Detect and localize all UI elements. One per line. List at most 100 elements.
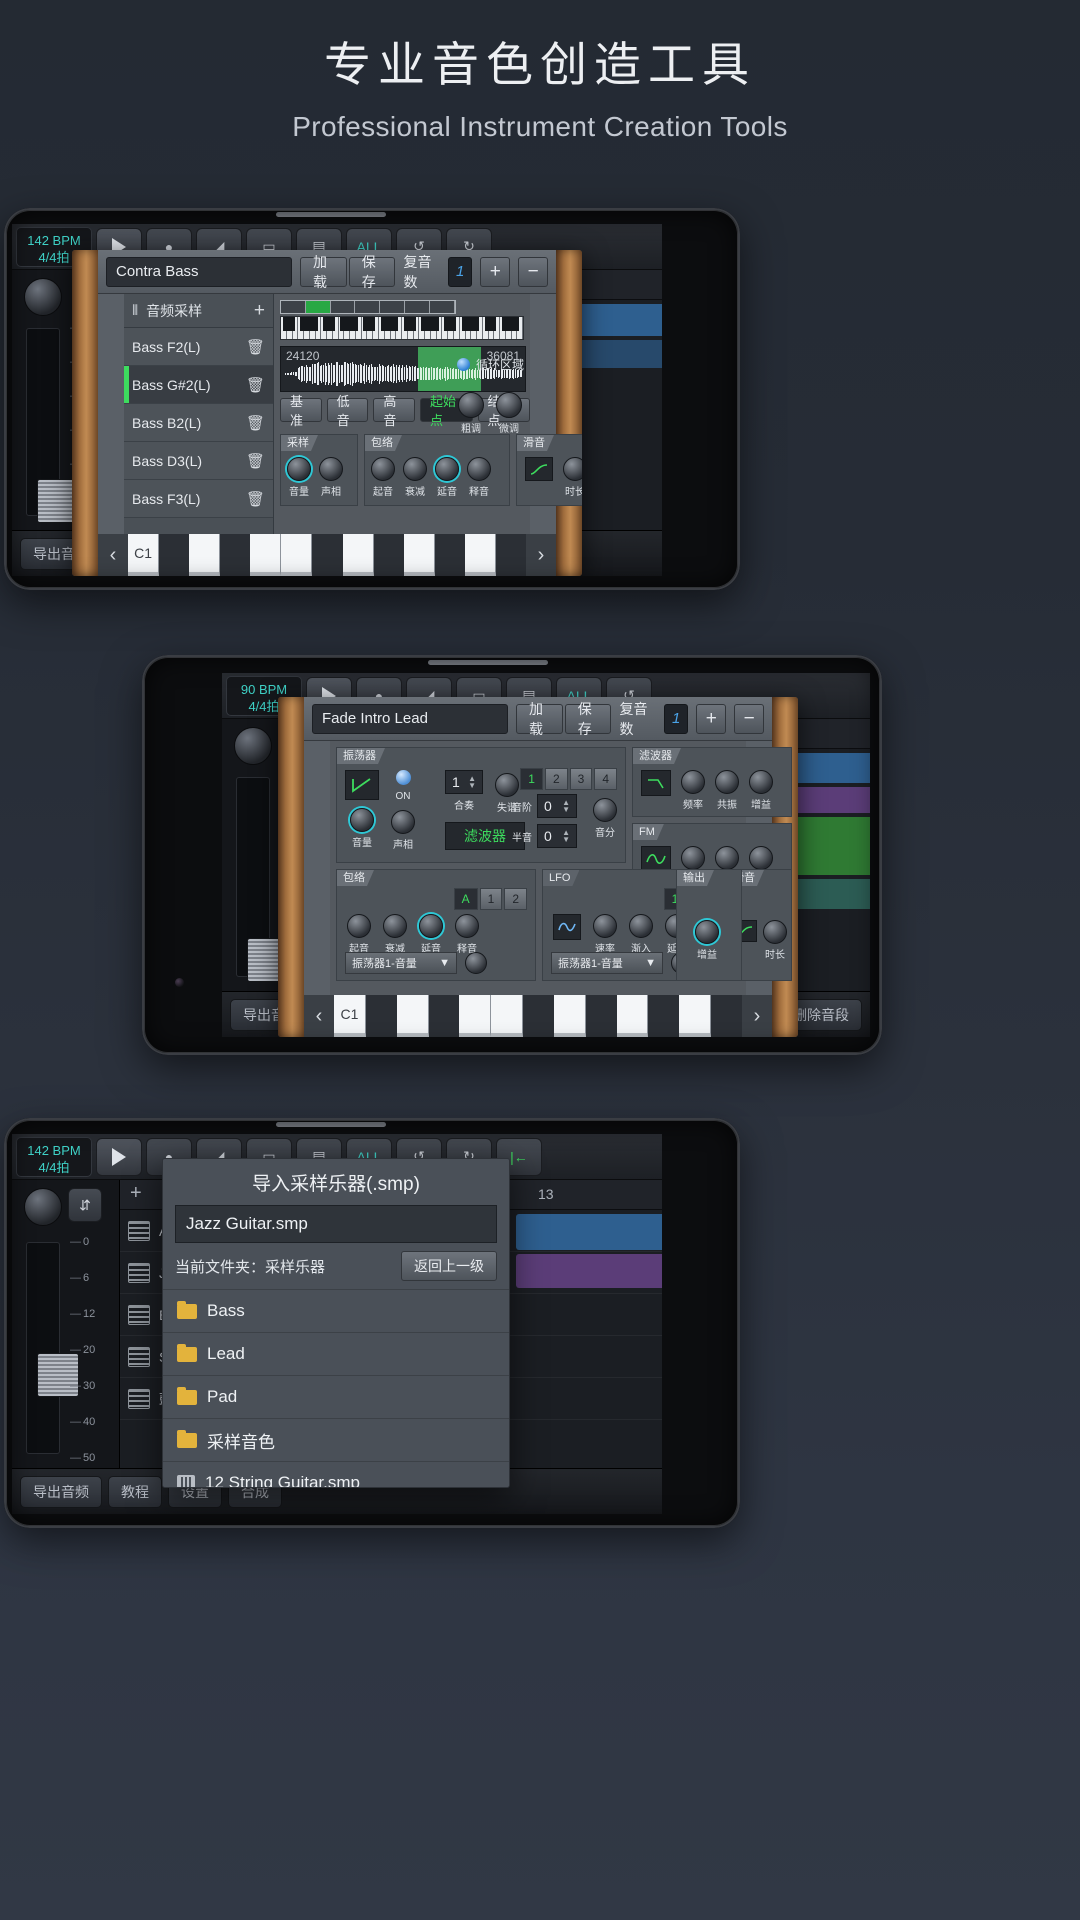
envelope-amount-dial[interactable]	[465, 952, 487, 974]
sample-row-0[interactable]: Bass F2(L) 🗑	[124, 328, 273, 366]
file-entry-4[interactable]: 12 String Guitar.smp	[163, 1461, 509, 1488]
phone3-tutorial-button[interactable]: 教程	[108, 1476, 162, 1508]
lfo-target-dropdown[interactable]: 振荡器1-音量 ▼	[551, 952, 663, 974]
glide-time-dial[interactable]	[563, 457, 582, 481]
zone-cell[interactable]	[405, 301, 430, 313]
semitone-stepper[interactable]: 0 ▲▼	[537, 824, 577, 848]
env-decay-dial[interactable]	[383, 914, 407, 938]
sample-row-2[interactable]: Bass B2(L) 🗑	[124, 404, 273, 442]
filename-input[interactable]: Jazz Guitar.smp	[175, 1205, 497, 1243]
filter-freq-knob[interactable]: 频率	[681, 770, 705, 811]
env-attack-knob[interactable]: 起音	[371, 457, 395, 498]
keyboard-next-button[interactable]: ›	[526, 534, 556, 576]
env-sustain-dial[interactable]	[419, 914, 443, 938]
file-entry-0[interactable]: Bass	[163, 1289, 509, 1332]
env-decay-dial[interactable]	[403, 457, 427, 481]
load-button[interactable]: 加载	[300, 257, 347, 287]
osc-tab-3[interactable]: 3	[570, 768, 593, 790]
phone3-track-settings-button[interactable]: ⇵	[68, 1188, 102, 1222]
sample-pan-knob[interactable]: 声相	[319, 457, 343, 498]
piano-key-c1[interactable]: C1	[334, 995, 366, 1037]
sample-pan-dial[interactable]	[319, 457, 343, 481]
loop-region-toggle[interactable]: 循环区域	[457, 356, 524, 373]
zone-cell[interactable]	[380, 301, 405, 313]
polyphony-value[interactable]: 1	[448, 257, 473, 287]
zone-cell[interactable]	[281, 301, 306, 313]
filter-shape-button[interactable]	[641, 770, 671, 796]
editor1-keyboard[interactable]: ‹ C1 . . . . . . ›	[98, 534, 556, 576]
polyphony-value[interactable]: 1	[664, 704, 689, 734]
glide-time-knob[interactable]: 时长	[763, 920, 787, 961]
delete-sample-icon[interactable]: 🗑	[246, 452, 265, 470]
piano-key[interactable]: .	[281, 534, 312, 576]
phone3-bpm-display[interactable]: 142 BPM 4/4拍	[16, 1137, 92, 1177]
filter-res-dial[interactable]	[715, 770, 739, 794]
env-sustain-dial[interactable]	[435, 457, 459, 481]
fine-knob-dial[interactable]	[496, 392, 522, 418]
keyboard-prev-button[interactable]: ‹	[98, 534, 128, 576]
stepper-arrows-icon[interactable]: ▲▼	[468, 775, 476, 789]
fm-mod-dial[interactable]	[749, 846, 773, 870]
lfo-fadein-dial[interactable]	[629, 914, 653, 938]
zone-cell[interactable]	[430, 301, 455, 313]
lfo-fadein-knob[interactable]: 渐入	[629, 914, 653, 955]
lfo-shape-button[interactable]	[553, 914, 581, 940]
piano-key[interactable]: .	[491, 995, 523, 1037]
sample-row-4[interactable]: Bass F3(L) 🗑	[124, 480, 273, 518]
env-release-knob[interactable]: 释音	[455, 914, 479, 955]
coarse-tune-knob[interactable]: 粗调	[458, 392, 484, 435]
mode-button-low[interactable]: 低音	[327, 398, 369, 422]
sample-row-1[interactable]: Bass G#2(L) 🗑	[124, 366, 273, 404]
lfo-rate-dial[interactable]	[593, 914, 617, 938]
cent-dial[interactable]	[593, 798, 617, 822]
keyboard-next-button[interactable]: ›	[742, 995, 772, 1037]
piano-key[interactable]: .	[397, 995, 429, 1037]
glide-time-knob[interactable]: 时长	[563, 457, 582, 498]
phone3-clip-1[interactable]	[516, 1214, 662, 1250]
phone1-fader-track[interactable]	[26, 328, 60, 516]
phone3-add-track-icon[interactable]: +	[130, 1182, 142, 1205]
osc-power-indicator[interactable]	[396, 770, 411, 785]
file-entry-3[interactable]: 采样音色	[163, 1418, 509, 1461]
load-button[interactable]: 加载	[516, 704, 563, 734]
polyphony-decrease-button[interactable]: −	[734, 704, 764, 734]
lfo-rate-knob[interactable]: 速率	[593, 914, 617, 955]
osc-tab-1[interactable]: 1	[520, 768, 543, 790]
delete-sample-icon[interactable]: 🗑	[246, 338, 265, 356]
key-zone-bar[interactable]	[280, 300, 456, 314]
osc-volume-dial[interactable]	[350, 808, 374, 832]
file-entry-1[interactable]: Lead	[163, 1332, 509, 1375]
envelope-target-dropdown[interactable]: 振荡器1-音量 ▼	[345, 952, 457, 974]
keyboard-prev-button[interactable]: ‹	[304, 995, 334, 1037]
filter-res-knob[interactable]: 共振	[715, 770, 739, 811]
cent-knob[interactable]: 音分	[593, 798, 617, 839]
sample-volume-knob[interactable]: 音量	[287, 457, 311, 498]
env-tab-1[interactable]: 1	[480, 888, 503, 910]
phone3-play-button[interactable]	[96, 1138, 142, 1176]
mini-keyboard[interactable]	[280, 316, 524, 340]
save-button[interactable]: 保存	[349, 257, 396, 287]
delete-sample-icon[interactable]: 🗑	[246, 490, 265, 508]
env-attack-dial[interactable]	[371, 457, 395, 481]
osc-pan-knob[interactable]: 声相	[391, 810, 415, 851]
phone3-master-knob[interactable]	[24, 1188, 62, 1226]
editor2-keyboard[interactable]: ‹ C1 . . . . . . ›	[304, 995, 772, 1037]
key-zone-strip[interactable]	[280, 300, 524, 342]
output-gain-dial[interactable]	[695, 920, 719, 944]
osc-volume-knob[interactable]: 音量	[350, 808, 374, 849]
delete-sample-icon[interactable]: 🗑	[246, 376, 265, 394]
polyphony-decrease-button[interactable]: −	[518, 257, 548, 287]
osc-waveform-button[interactable]	[345, 770, 379, 800]
env-attack-knob[interactable]: 起音	[347, 914, 371, 955]
piano-key[interactable]: .	[459, 995, 491, 1037]
zone-cell-active[interactable]	[306, 301, 331, 313]
phone2-fader-track[interactable]	[236, 777, 270, 977]
glide-time-dial[interactable]	[763, 920, 787, 944]
file-entry-2[interactable]: Pad	[163, 1375, 509, 1418]
fine-tune-knob[interactable]: 微调	[496, 392, 522, 435]
env-release-dial[interactable]	[467, 457, 491, 481]
filter-freq-dial[interactable]	[681, 770, 705, 794]
env-tab-2[interactable]: 2	[504, 888, 527, 910]
piano-key[interactable]: .	[404, 534, 435, 576]
sample-volume-dial[interactable]	[287, 457, 311, 481]
